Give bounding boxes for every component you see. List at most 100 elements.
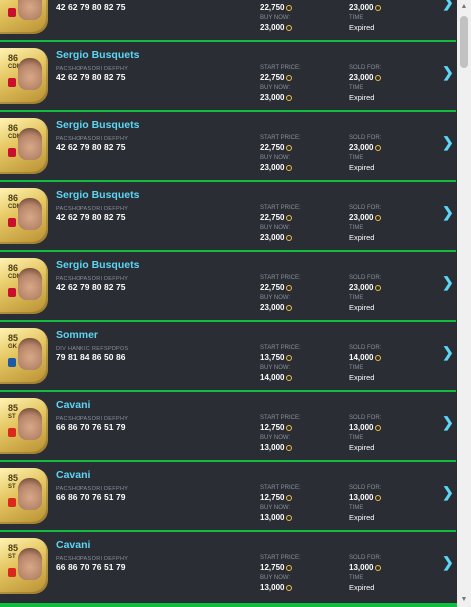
chevron-right-icon[interactable]: ❯ [442,134,454,151]
scroll-up-arrow-icon[interactable]: ▲ [457,0,471,14]
stat-value: 79 [80,212,90,222]
transfer-item-row[interactable]: 86 CDM Sergio Busquets PACSHOPASDRI DEFPHY 42… [0,110,456,180]
buy-now-value: 14,000 [260,373,301,383]
sold-for-value: 23,000 [349,3,382,13]
chevron-right-icon[interactable]: ❯ [442,64,454,81]
start-price-value: 22,750 [260,143,301,153]
stat-value: 62 [68,72,78,82]
player-card[interactable]: 85 ST [0,468,48,524]
stat-value: 51 [104,422,114,432]
stat-value: 51 [104,562,114,572]
player-rating: 85 [8,543,19,553]
scrollbar[interactable]: ▲ ▼ [457,0,471,607]
player-card[interactable]: 86CDM [0,48,48,104]
sold-for-amount: 23,000 [349,3,374,12]
transfer-item-row[interactable]: 85 ST Cavani PACSHOPASDRI DEFPHY 66 86 70 76 51 79… [0,390,456,460]
price-column: START PRICE: 12,750 BUY NOW: 13,000 [260,483,301,523]
transfer-item-row[interactable]: 86 CDM Sergio Busquets PACSHOPASDRI DEFPHY 42… [0,180,456,250]
coin-icon [375,495,382,501]
time-label: TIME [349,295,364,301]
player-rating: 86 [8,193,19,203]
sold-for-amount: 13,000 [349,563,374,572]
stat-values: 42 62 79 80 82 75 [56,2,128,12]
stat-value: 66 [56,492,66,502]
player-photo [18,268,42,300]
coin-icon [286,305,293,311]
buy-now-value: 23,000 [260,233,301,243]
chevron-right-icon[interactable]: ❯ [442,554,454,571]
stat-value: 86 [68,562,78,572]
sold-column: SOLD FOR: 13,000 TIME Expired [349,483,382,523]
player-card[interactable]: 86CDM [0,118,48,174]
stat-value: 82 [104,72,114,82]
stat-value: 82 [104,282,114,292]
stat-value: 75 [116,142,126,152]
chevron-right-icon[interactable]: ❯ [442,414,454,431]
chevron-right-icon[interactable]: ❯ [442,484,454,501]
buy-now-value: 23,000 [260,93,301,103]
player-card[interactable]: 86CDM [0,188,48,244]
scroll-thumb[interactable] [460,16,468,68]
start-price-value: 22,750 [260,213,301,223]
transfer-item-row[interactable]: 86 CDM Sergio Busquets PACSHOPASDRI DEFPHY 42… [0,250,456,320]
coin-icon [286,285,293,291]
player-name: Cavani [56,399,91,411]
sold-for-amount: 13,000 [349,423,374,432]
transfer-item-row[interactable]: 85 GK Sommer DIV HANKIC REFSPDPOS 79 81 84 86 50 86… [0,320,456,390]
time-status: Expired [349,583,375,592]
stat-value: 51 [104,492,114,502]
player-photo [18,478,42,510]
stat-value: 62 [68,212,78,222]
stat-value: 80 [92,282,102,292]
buy-now-label: BUY NOW: [260,435,291,441]
time-status: Expired [349,443,375,452]
sold-for-value: 23,000 [349,213,382,223]
club-badge-icon [8,358,16,367]
transfer-item-row[interactable]: 86CDMPACSHOPASDRIDEFPHY426279808275START… [0,0,456,40]
player-photo [18,128,42,160]
start-price-value: 22,750 [260,283,301,293]
time-label: TIME [349,85,364,91]
stat-value: 79 [116,562,126,572]
start-price-amount: 12,750 [260,563,285,572]
player-name: Cavani [56,539,91,551]
start-price-label: START PRICE: [260,205,301,211]
transfer-item-row[interactable]: 86 CDM Sergio Busquets PACSHOPASDRI DEFPHY 42… [0,40,456,110]
time-status: Expired [349,233,375,242]
chevron-right-icon[interactable]: ❯ [442,0,454,11]
chevron-right-icon[interactable]: ❯ [442,204,454,221]
player-card[interactable]: 85 ST [0,398,48,454]
coin-icon [286,585,293,591]
transfer-item-row[interactable]: 85 ST Cavani PACSHOPASDRI DEFPHY 66 86 70 76 51 79… [0,530,456,600]
buy-now-amount: 23,000 [260,93,285,102]
stat-values: 42 62 79 80 82 75 [56,142,128,152]
sold-for-amount: 14,000 [349,353,374,362]
player-card[interactable]: 86CDM [0,258,48,314]
buy-now-label: BUY NOW: [260,155,291,161]
coin-icon [286,515,293,521]
chevron-right-icon[interactable]: ❯ [442,344,454,361]
start-price-amount: 22,750 [260,283,285,292]
stat-value: 80 [92,2,102,12]
coin-icon [286,145,293,151]
chevron-right-icon[interactable]: ❯ [442,274,454,291]
price-column: START PRICE: 22,750 BUY NOW: 23,000 [260,273,301,313]
start-price-amount: 22,750 [260,3,285,12]
player-rating: 86 [8,123,19,133]
scroll-down-arrow-icon[interactable]: ▼ [457,593,471,607]
buy-now-label: BUY NOW: [260,85,291,91]
price-column: START PRICE: 22,750 BUY NOW: 23,000 [260,63,301,103]
player-card[interactable]: 85 ST [0,538,48,594]
transfer-item-row[interactable]: 85 ST Cavani PACSHOPASDRI DEFPHY 66 86 70 76 51 79… [0,460,456,530]
start-price-label: START PRICE: [260,65,301,71]
player-card[interactable]: 86CDM [0,0,48,34]
stat-values: 42 62 79 80 82 75 [56,72,128,82]
time-status: Expired [349,303,375,312]
start-price-label: START PRICE: [260,415,301,421]
club-badge-icon [8,8,16,17]
stat-value: 75 [116,212,126,222]
coin-icon [286,25,293,31]
coin-icon [375,215,382,221]
player-card[interactable]: 85 GK [0,328,48,384]
player-rating: 85 [8,403,19,413]
